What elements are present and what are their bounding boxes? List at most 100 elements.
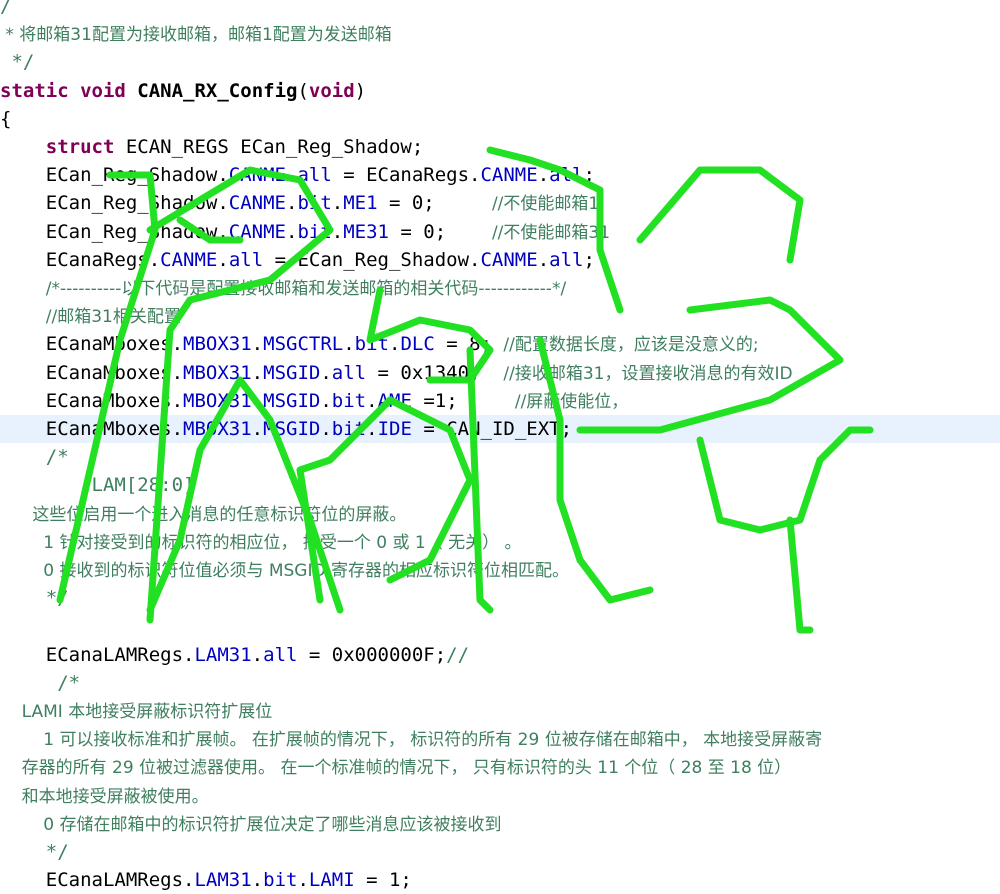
code-line[interactable] xyxy=(0,612,1000,640)
field-token: CANME xyxy=(480,248,538,271)
comment-token: LAMI 本地接受屏蔽标识符扩展位 xyxy=(0,702,273,722)
field-token: MSGID xyxy=(263,361,321,384)
code-line[interactable]: ECan_Reg_Shadow.CANME.bit.ME31 = 0; //不使… xyxy=(0,218,1000,246)
code-token: ECanaRegs. xyxy=(0,248,161,271)
field-token: MSGID xyxy=(263,389,321,412)
field-token: CANME xyxy=(228,164,286,187)
code-line[interactable]: 这些位启用一个进入消息的任意标识符位的屏蔽。 xyxy=(0,500,1000,528)
code-line[interactable]: static void CANA_RX_Config(void) xyxy=(0,77,1000,105)
field-token: bit xyxy=(331,418,367,440)
comment-token: //屏蔽使能位， xyxy=(514,391,629,412)
comment-token: //配置数据长度，应该是没意义的; xyxy=(503,335,759,356)
field-token: bit xyxy=(354,333,389,356)
field-token: CANME xyxy=(228,220,286,243)
code-line[interactable]: ECanaLAMRegs.LAM31.bit.LAMI = 1; xyxy=(0,866,1000,894)
code-token: . xyxy=(251,389,264,412)
code-token: ECAN_REGS ECan_Reg_Shadow; xyxy=(114,136,424,158)
code-token: . xyxy=(285,192,298,215)
code-token: = 0; xyxy=(377,192,492,215)
comment-token: //不使能邮箱31 xyxy=(491,222,611,243)
code-line[interactable]: ECanaMboxes.MBOX31.MSGID.all = 0x1340; /… xyxy=(0,359,1000,387)
code-token: . xyxy=(285,164,298,187)
code-line[interactable]: */ xyxy=(0,48,1000,76)
code-editor[interactable]: / * 将邮箱31配置为接收邮箱，邮箱1配置为发送邮箱 */ static voi… xyxy=(0,0,1000,891)
comment-token: 存器的所有 29 位被过滤器使用。 在一个标准帧的情况下， 只有标识符的头 11… xyxy=(0,758,792,779)
comment-token: /*----------以下代码是配置接收邮箱和发送邮箱的相关代码-------… xyxy=(45,279,567,299)
code-token: ECan_Reg_Shadow. xyxy=(0,164,229,187)
code-token: ECanaLAMRegs. xyxy=(0,643,195,666)
field-token: bit xyxy=(263,869,298,892)
code-line[interactable]: 1 可以接收标准和扩展帧。 在扩展帧的情况下， 标识符的所有 29 位被存储在邮… xyxy=(0,725,1000,753)
comment-token: 0 接收到的标识符位值必须与 MSGID 寄存器的相应标识符位相匹配。 xyxy=(0,561,569,581)
code-line[interactable]: LAM[28:0] xyxy=(0,471,1000,499)
code-line[interactable]: ECan_Reg_Shadow.CANME.all = ECanaRegs.CA… xyxy=(0,161,1000,189)
code-token: . xyxy=(388,333,401,356)
code-token: = 8; xyxy=(434,333,504,356)
code-line[interactable]: ECanaRegs.CANME.all = ECan_Reg_Shadow.CA… xyxy=(0,246,1000,274)
code-token: ECanaMboxes. xyxy=(0,361,184,384)
code-line-current[interactable]: ECanaMboxes.MBOX31.MSGID.bit.IDE = CAN_I… xyxy=(0,415,1000,443)
code-line[interactable]: /*----------以下代码是配置接收邮箱和发送邮箱的相关代码-------… xyxy=(0,274,1000,302)
code-token: . xyxy=(251,418,264,440)
field-token: MSGCTRL xyxy=(263,333,344,356)
field-token: MSGID xyxy=(263,418,321,440)
field-token: bit xyxy=(331,389,367,412)
field-token: CANME xyxy=(228,192,286,215)
code-line[interactable]: * 将邮箱31配置为接收邮箱，邮箱1配置为发送邮箱 xyxy=(0,20,1000,48)
field-token: ME1 xyxy=(343,192,378,215)
code-line[interactable]: / xyxy=(0,0,1000,20)
code-line[interactable]: ECan_Reg_Shadow.CANME.bit.ME1 = 0; //不使能… xyxy=(0,189,1000,217)
code-line[interactable]: 和本地接受屏蔽被使用。 xyxy=(0,782,1000,810)
code-token: ECanaMboxes. xyxy=(0,418,184,440)
comment-token: 和本地接受屏蔽被使用。 xyxy=(0,786,209,807)
code-token: ECan_Reg_Shadow. xyxy=(0,192,229,215)
field-token: all xyxy=(549,248,584,271)
code-token: ) xyxy=(354,79,367,102)
code-token: = 0x1340; xyxy=(366,361,504,384)
field-token: all xyxy=(297,164,332,187)
code-line[interactable]: //邮箱31相关配置 xyxy=(0,302,1000,330)
comment-token: //不使能邮箱1 xyxy=(491,194,600,215)
code-line[interactable]: ECanaMboxes.MBOX31.MSGCTRL.bit.DLC = 8; … xyxy=(0,330,1000,358)
code-token: . xyxy=(366,389,378,412)
comment-token: /* xyxy=(45,446,69,469)
code-token: ; xyxy=(583,248,595,271)
code-line[interactable]: ECanaMboxes.MBOX31.MSGID.bit.AME =1; //屏… xyxy=(0,387,1000,415)
code-line[interactable]: /* xyxy=(0,669,1000,697)
code-line[interactable]: 0 接收到的标识符位值必须与 MSGID 寄存器的相应标识符位相匹配。 xyxy=(0,556,1000,584)
code-line[interactable]: */ xyxy=(0,584,1000,612)
comment-token: 1 针对接受到的标识符的相应位， 接受一个 0 或 1（ 无关） 。 xyxy=(0,532,522,553)
field-token: LAM31 xyxy=(194,643,252,666)
code-line[interactable]: LAMI 本地接受屏蔽标识符扩展位 xyxy=(0,697,1000,725)
code-line[interactable]: struct ECAN_REGS ECan_Reg_Shadow; xyxy=(0,133,1000,161)
code-token: . xyxy=(320,361,332,384)
keyword-token: void xyxy=(80,79,126,102)
comment-token: */ xyxy=(0,51,35,74)
comment-token: LAM[28:0] xyxy=(0,474,195,497)
comment-token: */ xyxy=(0,587,69,610)
code-line[interactable]: 存器的所有 29 位被过滤器使用。 在一个标准帧的情况下， 只有标识符的头 11… xyxy=(0,753,1000,781)
code-line[interactable]: 0 存储在邮箱中的标识符扩展位决定了哪些消息应该被接收到 xyxy=(0,810,1000,838)
code-token: . xyxy=(251,643,264,666)
code-token: . xyxy=(217,248,229,271)
field-token: IDE xyxy=(377,418,412,440)
field-token: bit xyxy=(297,220,332,243)
code-token: . xyxy=(297,869,309,892)
field-token: MBOX31 xyxy=(183,361,252,384)
code-line[interactable]: 1 针对接受到的标识符的相应位， 接受一个 0 或 1（ 无关） 。 xyxy=(0,528,1000,556)
code-token: . xyxy=(366,418,378,440)
field-token: DLC xyxy=(400,333,435,356)
code-token: ECanaMboxes. xyxy=(0,333,184,356)
code-token: = 0x000000F; xyxy=(297,643,447,666)
code-line[interactable]: ECanaLAMRegs.LAM31.all = 0x000000F;// xyxy=(0,641,1000,669)
comment-token: // xyxy=(446,643,470,666)
code-line[interactable]: /* xyxy=(0,443,1000,471)
code-line[interactable]: { xyxy=(0,105,1000,133)
code-line[interactable]: */ xyxy=(0,838,1000,866)
function-name: CANA_RX_Config xyxy=(125,79,298,102)
comment-token: */ xyxy=(0,841,69,863)
